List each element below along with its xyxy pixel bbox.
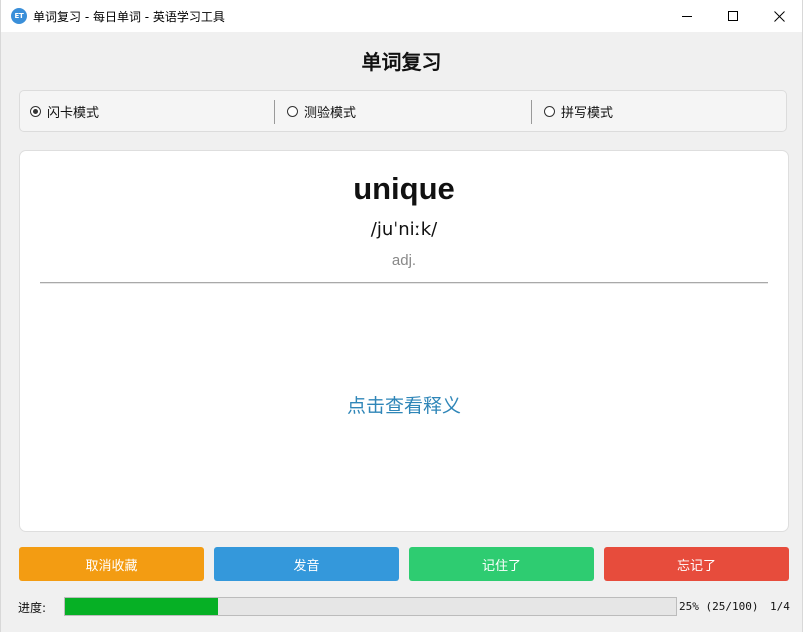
mode-flashcard-label: 闪卡模式: [47, 105, 100, 121]
progress-text: 25% (25/100): [679, 600, 759, 613]
spelling-radio[interactable]: [544, 105, 555, 117]
progress-bar-fill: [65, 598, 218, 615]
mode-spelling-option[interactable]: 拼写模式: [544, 91, 613, 131]
window-controls: [664, 0, 802, 32]
maximize-button[interactable]: [710, 0, 756, 32]
progress-label: 进度:: [18, 601, 47, 615]
mode-quiz-label: 测验模式: [304, 105, 357, 121]
title-bar[interactable]: ET 单词复习 - 每日单词 - 英语学习工具: [1, 0, 802, 32]
remembered-button[interactable]: 记住了: [409, 547, 594, 581]
quiz-radio[interactable]: [287, 105, 298, 117]
unfavorite-button[interactable]: 取消收藏: [19, 547, 204, 581]
part-of-speech: adj.: [391, 252, 417, 269]
word-card: unique /juˈniːk/ adj. 点击查看释义: [19, 150, 789, 532]
forgot-button[interactable]: 忘记了: [604, 547, 789, 581]
minimize-icon: [682, 16, 692, 17]
minimize-button[interactable]: [664, 0, 710, 32]
app-logo-icon: ET: [11, 8, 27, 24]
flashcard-radio[interactable]: [30, 105, 41, 117]
card-divider: [40, 282, 768, 284]
maximize-icon: [728, 11, 738, 21]
window-title: 单词复习 - 每日单词 - 英语学习工具: [33, 9, 225, 24]
mode-quiz-option[interactable]: 测验模式: [287, 91, 356, 131]
close-icon: [773, 10, 785, 22]
mode-spelling-label: 拼写模式: [561, 105, 614, 121]
app-window: ET 单词复习 - 每日单词 - 英语学习工具 单词复习 闪卡模式 测验模式 拼…: [0, 0, 803, 632]
card-counter: 1/4: [770, 600, 790, 613]
mode-flashcard-option[interactable]: 闪卡模式: [30, 91, 99, 131]
page-title: 单词复习: [361, 50, 442, 74]
mode-selector: 闪卡模式 测验模式 拼写模式: [19, 90, 787, 132]
show-definition-link[interactable]: 点击查看释义: [20, 391, 788, 418]
word-text: unique: [353, 171, 455, 206]
close-button[interactable]: [756, 0, 802, 32]
mode-divider: [531, 100, 532, 124]
mode-divider: [274, 100, 275, 124]
pronounce-button[interactable]: 发音: [214, 547, 399, 581]
progress-bar: [64, 597, 677, 616]
phonetic-text: /juˈniːk/: [370, 219, 438, 240]
